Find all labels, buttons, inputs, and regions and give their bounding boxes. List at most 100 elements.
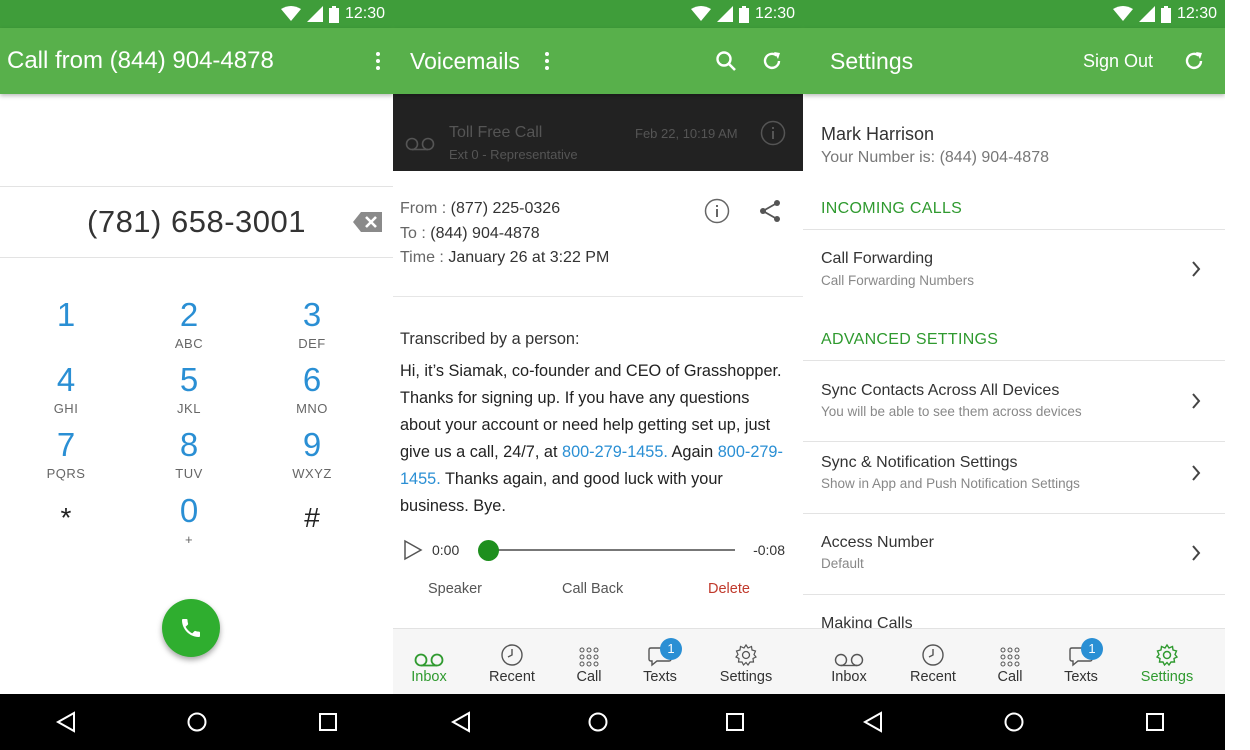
tab-inbox[interactable]: Inbox <box>393 629 469 695</box>
remaining-time: -0:08 <box>753 542 785 558</box>
back-icon[interactable] <box>450 711 472 733</box>
home-icon[interactable] <box>587 711 609 733</box>
recents-icon[interactable] <box>724 711 746 733</box>
to-label: To : <box>400 224 426 242</box>
key-0[interactable]: 0 + <box>139 493 239 548</box>
chevron-right-icon <box>1191 393 1201 409</box>
transcript: Transcribed by a person: Hi, it’s Siamak… <box>400 326 785 520</box>
gear-icon <box>1155 643 1179 667</box>
settings-row-sync-notifications[interactable]: Sync & Notification Settings Show in App… <box>803 441 1225 513</box>
row-title: Sync & Notification Settings <box>821 454 1018 471</box>
status-time: 12:30 <box>344 5 385 22</box>
status-bar: 12:30 <box>803 0 1225 28</box>
key-9[interactable]: 9 WXYZ <box>262 427 362 482</box>
to-number: (844) 904-4878 <box>430 224 540 242</box>
signal-icon <box>306 6 323 22</box>
texts-badge: 1 <box>660 638 682 660</box>
key-2[interactable]: 2 ABC <box>139 297 239 352</box>
dialpad-icon <box>1000 647 1020 667</box>
info-icon[interactable] <box>760 120 786 146</box>
key-8[interactable]: 8 TUV <box>139 427 239 482</box>
battery-icon <box>1160 5 1171 23</box>
section-advanced-settings: ADVANCED SETTINGS <box>821 331 999 348</box>
home-icon[interactable] <box>1003 711 1025 733</box>
settings-row-sync-contacts[interactable]: Sync Contacts Across All Devices You wil… <box>803 360 1225 441</box>
row-subtitle: Default <box>821 556 864 571</box>
system-nav-bar <box>0 694 393 750</box>
delete-button[interactable]: Delete <box>708 581 750 597</box>
info-icon[interactable] <box>704 198 730 224</box>
status-time: 12:30 <box>754 5 795 22</box>
search-icon[interactable] <box>715 50 737 72</box>
row-title: Access Number <box>821 534 934 551</box>
key-3[interactable]: 3 DEF <box>262 297 362 352</box>
tab-inbox[interactable]: Inbox <box>809 629 889 695</box>
more-options-icon[interactable] <box>363 52 393 70</box>
key-hash[interactable]: # <box>262 500 362 536</box>
battery-icon <box>328 5 339 23</box>
voicemail-icon <box>414 653 444 667</box>
key-4[interactable]: 4 GHI <box>16 362 116 417</box>
voicemail-list-item[interactable]: Toll Free Call Ext 0 - Representative Fe… <box>393 94 803 171</box>
share-icon[interactable] <box>758 199 782 223</box>
tab-settings[interactable]: Settings <box>1127 629 1207 695</box>
gear-icon <box>734 643 758 667</box>
key-5[interactable]: 5 JKL <box>139 362 239 417</box>
back-icon[interactable] <box>55 711 77 733</box>
clock-icon <box>921 643 945 667</box>
progress-knob[interactable] <box>478 540 499 561</box>
from-number: (877) 225-0326 <box>450 200 561 217</box>
app-bar: Voicemails <box>393 28 803 94</box>
backspace-icon[interactable] <box>353 211 383 233</box>
chevron-right-icon <box>1191 545 1201 561</box>
voicemail-details: From : (877) 225-0326 To : (844) 904-487… <box>400 197 609 271</box>
app-bar: Settings Sign Out <box>803 28 1225 94</box>
row-title: Sync Contacts Across All Devices <box>821 382 1060 399</box>
sign-out-button[interactable]: Sign Out <box>1083 51 1153 72</box>
tab-call[interactable]: Call <box>549 629 629 695</box>
refresh-icon[interactable] <box>761 50 783 72</box>
chevron-right-icon <box>1191 261 1201 277</box>
key-7[interactable]: 7 PQRS <box>16 427 116 482</box>
progress-track[interactable] <box>480 549 735 551</box>
from-label: From : <box>400 200 447 217</box>
tab-texts[interactable]: Texts 1 <box>620 629 700 695</box>
more-options-icon[interactable] <box>532 52 562 70</box>
back-icon[interactable] <box>862 711 884 733</box>
row-subtitle: You will be able to see them across devi… <box>821 404 1082 419</box>
wifi-icon <box>280 6 301 22</box>
home-icon[interactable] <box>186 711 208 733</box>
tab-texts[interactable]: Texts 1 <box>1041 629 1121 695</box>
voicemail-icon <box>405 137 435 151</box>
refresh-icon[interactable] <box>1183 50 1205 72</box>
settings-row-call-forwarding[interactable]: Call Forwarding Call Forwarding Numbers <box>803 229 1225 310</box>
tab-recent[interactable]: Recent <box>893 629 973 695</box>
call-back-button[interactable]: Call Back <box>562 581 623 597</box>
key-1[interactable]: 1 <box>16 297 116 336</box>
tab-settings[interactable]: Settings <box>706 629 786 695</box>
transcript-text: Hi, it’s Siamak, co-founder and CEO of G… <box>400 362 783 515</box>
call-button[interactable] <box>162 599 220 657</box>
key-6[interactable]: 6 MNO <box>262 362 362 417</box>
key-star[interactable]: * <box>16 500 116 536</box>
signal-icon <box>1138 6 1155 22</box>
recents-icon[interactable] <box>1144 711 1166 733</box>
wifi-icon <box>1112 6 1133 22</box>
caller-sub: Ext 0 - Representative <box>449 147 578 162</box>
voicemail-screen: 12:30 Voicemails Toll Free Call Ext 0 - … <box>393 0 803 750</box>
settings-row-access-number[interactable]: Access Number Default <box>803 513 1225 594</box>
phone-link[interactable]: 800-279-1455. <box>562 443 668 461</box>
system-nav-bar <box>803 694 1225 750</box>
signal-icon <box>716 6 733 22</box>
phone-icon <box>179 616 203 640</box>
recents-icon[interactable] <box>317 711 339 733</box>
elapsed-time: 0:00 <box>432 542 460 558</box>
speaker-button[interactable]: Speaker <box>428 581 482 597</box>
tab-call[interactable]: Call <box>970 629 1050 695</box>
tab-recent[interactable]: Recent <box>472 629 552 695</box>
play-icon[interactable] <box>402 539 424 561</box>
row-title: Call Forwarding <box>821 250 934 267</box>
status-bar: 12:30 <box>393 0 803 28</box>
profile-block: Mark Harrison Your Number is: (844) 904-… <box>821 124 1049 167</box>
dialed-number-field[interactable]: (781) 658-3001 <box>0 186 393 258</box>
